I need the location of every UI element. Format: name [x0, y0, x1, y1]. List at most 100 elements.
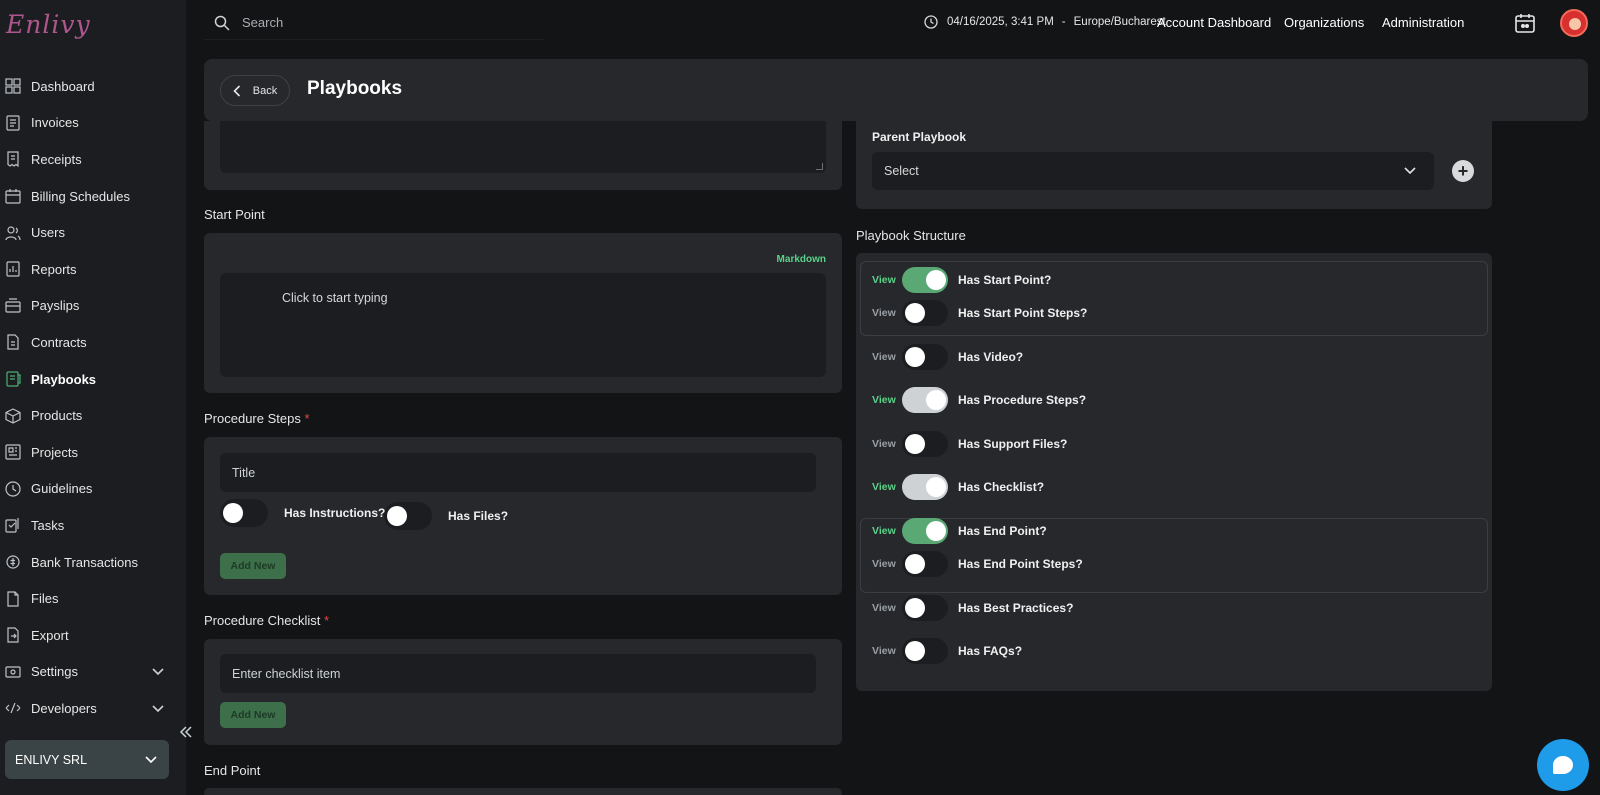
- invoice-icon: [5, 115, 21, 131]
- parent-playbook-select[interactable]: Select: [872, 152, 1434, 190]
- chevron-down-icon[interactable]: [152, 664, 164, 679]
- dashboard-icon: [5, 78, 21, 94]
- billing-schedule-icon: [5, 188, 21, 204]
- structure-row-has-checklist: View Has Checklist?: [872, 474, 1044, 500]
- chevron-down-icon: [1404, 164, 1416, 178]
- playbook-icon: [5, 371, 21, 387]
- user-avatar[interactable]: [1560, 9, 1588, 37]
- procedure-steps-label: Procedure Steps *: [204, 411, 310, 426]
- toggle-knob: [905, 434, 925, 454]
- has-end-point-steps-toggle[interactable]: [902, 551, 948, 577]
- view-link[interactable]: View: [872, 351, 902, 363]
- view-link[interactable]: View: [872, 558, 902, 570]
- chat-bubble-icon: [1553, 756, 1573, 774]
- reports-icon: [5, 261, 21, 277]
- checklist-item-placeholder: Enter checklist item: [232, 666, 341, 681]
- structure-row-has-faqs: View Has FAQs?: [872, 638, 1022, 664]
- sidebar-nav: Dashboard Invoices Receipts Billing Schedul…: [0, 68, 186, 727]
- add-parent-playbook-icon[interactable]: +: [1452, 160, 1474, 182]
- sidebar-item-payslips[interactable]: Payslips: [0, 288, 186, 325]
- has-video-toggle[interactable]: [902, 344, 948, 370]
- has-procedure-steps-label: Has Procedure Steps?: [958, 393, 1087, 407]
- toggle-knob: [905, 641, 925, 661]
- collapse-sidebar-icon[interactable]: [176, 722, 196, 742]
- sidebar-item-tasks[interactable]: Tasks: [0, 507, 186, 544]
- organization-selector[interactable]: ENLIVY SRL: [5, 740, 169, 779]
- administration-link[interactable]: Administration: [1382, 15, 1464, 30]
- playbook-structure-label: Playbook Structure: [856, 228, 966, 243]
- guidelines-icon: [5, 481, 21, 497]
- sidebar-item-receipts[interactable]: Receipts: [0, 141, 186, 178]
- sidebar-item-billing-schedules[interactable]: Billing Schedules: [0, 178, 186, 215]
- page-title: Playbooks: [307, 78, 403, 99]
- view-link[interactable]: View: [872, 525, 902, 537]
- has-checklist-toggle[interactable]: [902, 474, 948, 500]
- playbook-structure-card: View Has Start Point? View Has Start Point …: [856, 253, 1492, 691]
- datetime-value: 04/16/2025, 3:41 PM: [947, 16, 1054, 28]
- required-mark: *: [304, 411, 310, 426]
- sidebar-item-files[interactable]: Files: [0, 580, 186, 617]
- sidebar-item-settings[interactable]: Settings: [0, 654, 186, 691]
- has-faqs-toggle[interactable]: [902, 638, 948, 664]
- sidebar-item-products[interactable]: Products: [0, 397, 186, 434]
- resize-handle-icon[interactable]: [816, 163, 823, 170]
- has-support-files-label: Has Support Files?: [958, 437, 1068, 451]
- back-button-label: Back: [252, 84, 278, 97]
- has-instructions-toggle[interactable]: [220, 499, 268, 527]
- sidebar-item-reports[interactable]: Reports: [0, 251, 186, 288]
- view-link[interactable]: View: [872, 274, 902, 286]
- organizations-link[interactable]: Organizations: [1284, 15, 1364, 30]
- view-link[interactable]: View: [872, 438, 902, 450]
- has-start-point-toggle[interactable]: [902, 267, 948, 293]
- sidebar-item-dashboard[interactable]: Dashboard: [0, 68, 186, 105]
- view-link[interactable]: View: [872, 645, 902, 657]
- start-point-editor[interactable]: Click to start typing: [220, 273, 826, 377]
- sidebar-item-contracts[interactable]: Contracts: [0, 324, 186, 361]
- step-title-input[interactable]: Title: [220, 453, 816, 492]
- sidebar-item-label: Guidelines: [31, 481, 93, 497]
- search-bar[interactable]: Search: [204, 6, 544, 40]
- chat-support-button[interactable]: [1537, 739, 1589, 791]
- sidebar-item-label: Receipts: [31, 151, 82, 167]
- description-textarea[interactable]: [220, 121, 826, 173]
- view-link[interactable]: View: [872, 481, 902, 493]
- has-best-practices-toggle[interactable]: [902, 595, 948, 621]
- sidebar-item-label: Files: [31, 591, 59, 607]
- settings-icon: [5, 664, 21, 680]
- start-point-card: Markdown Click to start typing: [204, 233, 842, 393]
- has-files-toggle[interactable]: [384, 502, 432, 530]
- has-start-point-steps-toggle[interactable]: [902, 300, 948, 326]
- chevron-down-icon[interactable]: [152, 701, 164, 716]
- editor-placeholder: Click to start typing: [282, 291, 388, 305]
- sidebar-item-developers[interactable]: Developers: [0, 690, 186, 727]
- sidebar-item-bank-transactions[interactable]: Bank Transactions: [0, 544, 186, 581]
- brand-logo[interactable]: Enlivy: [6, 10, 91, 39]
- view-link[interactable]: View: [872, 394, 902, 406]
- chevron-left-icon: [233, 84, 243, 97]
- toggle-knob: [926, 477, 946, 497]
- view-link[interactable]: View: [872, 602, 902, 614]
- sidebar-item-playbooks[interactable]: Playbooks: [0, 361, 186, 398]
- has-procedure-steps-toggle[interactable]: [902, 387, 948, 413]
- sidebar-item-label: Dashboard: [31, 78, 95, 94]
- back-button[interactable]: Back: [220, 75, 290, 106]
- project-icon: [5, 444, 21, 460]
- sidebar-item-invoices[interactable]: Invoices: [0, 105, 186, 142]
- organization-name: ENLIVY SRL: [15, 752, 88, 767]
- toggle-knob: [905, 598, 925, 618]
- sidebar-item-guidelines[interactable]: Guidelines: [0, 471, 186, 508]
- procedure-checklist-label-text: Procedure Checklist: [204, 613, 321, 628]
- view-link[interactable]: View: [872, 307, 902, 319]
- checklist-item-input[interactable]: Enter checklist item: [220, 654, 816, 693]
- sidebar-item-export[interactable]: Export: [0, 617, 186, 654]
- sidebar-item-label: Payslips: [31, 298, 80, 314]
- sidebar-item-projects[interactable]: Projects: [0, 434, 186, 471]
- calendar-icon[interactable]: [1514, 12, 1536, 34]
- add-checklist-item-button[interactable]: Add New: [220, 702, 286, 728]
- has-end-point-toggle[interactable]: [902, 518, 948, 544]
- add-step-button[interactable]: Add New: [220, 553, 286, 579]
- has-support-files-toggle[interactable]: [902, 431, 948, 457]
- sidebar-item-users[interactable]: Users: [0, 214, 186, 251]
- top-bar: Search 04/16/2025, 3:41 PM - Europe/Buch…: [186, 0, 1600, 48]
- account-dashboard-link[interactable]: Account Dashboard: [1157, 15, 1271, 30]
